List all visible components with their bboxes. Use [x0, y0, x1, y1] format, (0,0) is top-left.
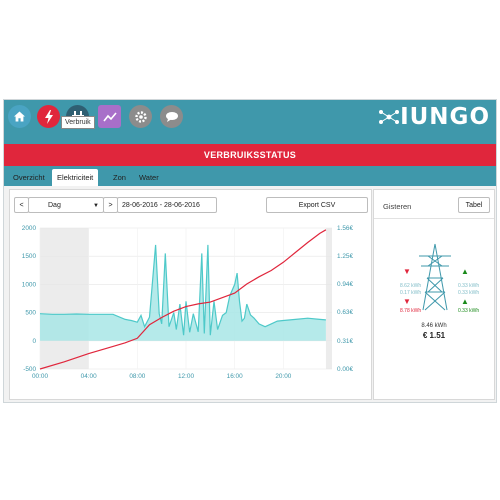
import-total: 8.78 kWh: [400, 308, 422, 314]
x-tick-label: 00:00: [32, 373, 48, 380]
page-title: VERBRUIKSSTATUS: [4, 144, 496, 166]
nav-tooltip: Verbruik: [61, 116, 95, 129]
shaded-range: [325, 228, 332, 369]
brand-logo: IUNGO: [378, 104, 490, 130]
tab-zon[interactable]: Zon: [108, 169, 131, 186]
home-icon[interactable]: [8, 105, 31, 128]
period-select[interactable]: Dag ▼: [28, 197, 104, 213]
import-value-1: 8.62 kWh: [400, 283, 422, 289]
next-button[interactable]: >: [103, 197, 118, 213]
x-tick-label: 20:00: [275, 373, 291, 380]
y-tick-label-right: 0.94€: [337, 281, 353, 288]
y-tick-label-right: 0.00€: [337, 366, 353, 373]
y-tick-label-right: 1.56€: [337, 225, 353, 232]
export-total: 0.33 kWh: [458, 308, 480, 314]
x-tick-label: 08:00: [129, 373, 145, 380]
gear-icon[interactable]: [129, 105, 152, 128]
export-csv-button[interactable]: Export CSV: [266, 197, 368, 213]
net-kwh: 8.46 kWh: [421, 323, 447, 329]
iungo-app: Verbruik IUNGO VERBRUIKSSTATUS Overzicht…: [3, 99, 497, 403]
summary-divider: [374, 218, 494, 219]
summary-panel: Gisteren Tabel ▼ 8.62 kWh 0.17 kWh ▼ 8.7…: [373, 189, 495, 400]
export-value-2: 0.33 kWh: [458, 290, 480, 296]
arrow-up-green-icon: ▲: [461, 297, 469, 306]
table-button[interactable]: Tabel: [458, 197, 490, 213]
tab-bar: Overzicht Elektriciteit Zon Water: [4, 166, 496, 186]
y-tick-label-left: 0: [32, 338, 36, 345]
summary-title: Gisteren: [383, 202, 412, 211]
date-range-input[interactable]: 28-06-2016 - 28-06-2016: [117, 197, 217, 213]
import-value-2: 0.17 kWh: [400, 290, 422, 296]
y-tick-label-left: 2000: [22, 225, 37, 232]
previous-button[interactable]: <: [14, 197, 29, 213]
arrow-down-red-icon: ▼: [403, 297, 411, 306]
arrow-up-green-icon: ▲: [461, 267, 469, 276]
top-navigation-bar: Verbruik IUNGO: [4, 100, 496, 144]
logo-mark-icon: [379, 110, 400, 124]
net-cost: € 1.51: [422, 331, 446, 340]
brand-name: IUNGO: [400, 104, 490, 130]
tab-overzicht[interactable]: Overzicht: [8, 169, 50, 186]
y-tick-label-right: 0.63€: [337, 309, 353, 316]
export-value-1: 0.33 kWh: [458, 283, 480, 289]
y-tick-label-left: -500: [23, 366, 36, 373]
transmission-tower-icon: [419, 243, 451, 311]
chart-panel: < Dag ▼ > 28-06-2016 - 28-06-2016 Export…: [9, 189, 372, 400]
caret-down-icon: ▼: [93, 203, 99, 209]
x-tick-label: 12:00: [178, 373, 194, 380]
chat-icon[interactable]: [160, 105, 183, 128]
y-tick-label-right: 0.31€: [337, 338, 353, 345]
y-tick-label-left: 500: [25, 310, 36, 317]
tab-elektriciteit[interactable]: Elektriciteit: [52, 169, 99, 186]
lightning-icon[interactable]: [37, 105, 60, 128]
x-tick-label: 16:00: [227, 373, 243, 380]
shaded-range: [40, 228, 89, 369]
x-tick-label: 04:00: [81, 373, 97, 380]
y-tick-label-left: 1500: [22, 253, 37, 260]
period-select-value: Dag: [48, 202, 61, 209]
y-tick-label-right: 1.25€: [337, 253, 353, 260]
chart-icon[interactable]: [98, 105, 121, 128]
arrow-down-red-icon: ▼: [403, 267, 411, 276]
y-tick-label-left: 1000: [22, 281, 37, 288]
tab-water[interactable]: Water: [134, 169, 164, 186]
consumption-chart: 2000 1.56€ 1500 1.25€ 1000 0.94€ 500 0.63€ 0 0.31…: [22, 225, 354, 380]
